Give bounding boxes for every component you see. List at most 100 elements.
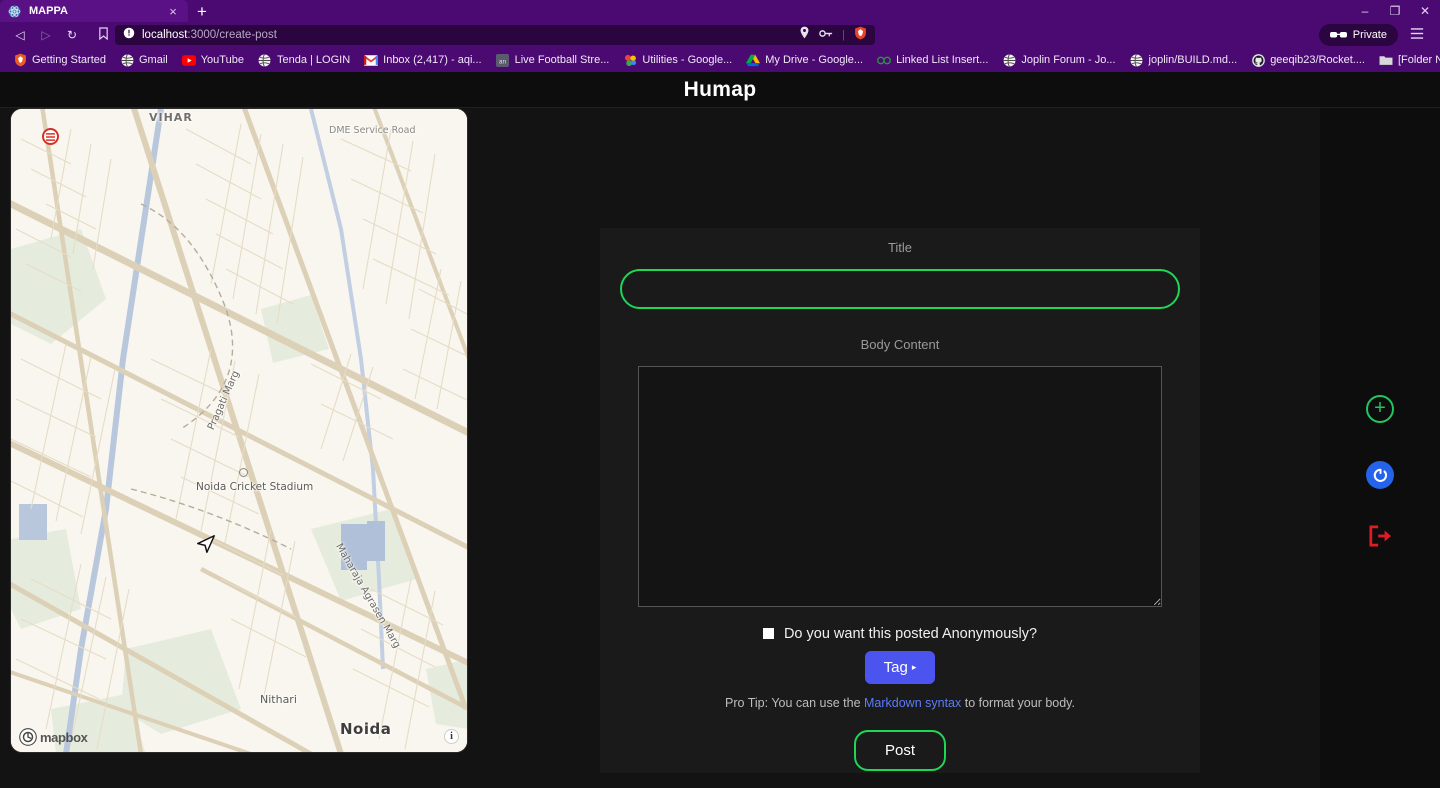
bookmark-item[interactable]: My Drive - Google... [739, 51, 870, 69]
map-vector-layer [11, 109, 467, 752]
bookmark-label: Gmail [139, 54, 168, 66]
bookmarks-bar: Getting Started Gmail YouTube Tenda | LOGIN… [0, 48, 1440, 72]
bookmark-label: Utilities - Google... [642, 54, 733, 66]
url-bar-container: localhost:3000/create-post | [86, 25, 1309, 45]
react-atom-icon [8, 5, 21, 18]
chevron-right-icon: ▸ [911, 662, 917, 672]
map-label: Noida [340, 720, 392, 738]
map-canvas[interactable]: mapbox i VIHAR DME Service Road Noida Cric… [11, 109, 467, 752]
google-drive-icon [746, 53, 761, 67]
app-page: Humap mapbox i VIHAR DME Service Road No… [0, 72, 1440, 788]
google-sheets-icon [623, 53, 637, 67]
bookmark-item[interactable]: joplin/BUILD.md... [1123, 51, 1245, 69]
forward-button[interactable]: ▷ [34, 24, 58, 46]
globe-icon [120, 53, 134, 67]
bookmark-item[interactable]: an Live Football Stre... [489, 51, 617, 69]
map-label: DME Service Road [329, 125, 416, 136]
key-icon[interactable] [819, 26, 833, 44]
bookmark-label: Getting Started [32, 54, 106, 66]
navigation-bar: ◁ ▷ ↻ localhost:3000/create-post | Priva… [0, 22, 1440, 48]
bookmark-label: Tenda | LOGIN [276, 54, 351, 66]
bookmark-icon[interactable] [98, 27, 109, 43]
title-field-label: Title [887, 240, 913, 255]
new-tab-button[interactable]: + [188, 3, 216, 20]
bookmark-label: Live Football Stre... [514, 54, 610, 66]
pro-tip-prefix: Pro Tip: You can use the [725, 696, 864, 710]
url-bar-actions: | [799, 26, 867, 45]
brave-shield-icon[interactable] [854, 26, 867, 45]
markdown-syntax-link[interactable]: Markdown syntax [864, 696, 961, 710]
bookmark-item[interactable]: Joplin Forum - Jo... [995, 51, 1122, 69]
tag-button-label: Tag [883, 659, 908, 676]
url-path: :3000/create-post [187, 29, 277, 41]
plus-circle-icon[interactable]: + [1366, 395, 1394, 423]
svg-text:an: an [499, 58, 507, 65]
youtube-icon [181, 53, 196, 67]
browser-chrome: MAPPA × + – ❐ ✕ ◁ ▷ ↻ localhost:3000/cre… [0, 0, 1440, 72]
url-actions-separator: | [842, 29, 845, 41]
hamburger-menu-icon[interactable] [1400, 27, 1432, 43]
tab-title: MAPPA [29, 5, 68, 17]
create-post-form: Title Body Content Do you want this post… [600, 228, 1200, 773]
bookmark-label: Inbox (2,417) - aqi... [383, 54, 482, 66]
tag-button[interactable]: Tag ▸ [864, 651, 936, 684]
navigation-arrow-icon [195, 533, 217, 560]
bookmark-label: [Folder Name] [1397, 54, 1440, 66]
bookmark-item[interactable]: YouTube [175, 51, 251, 69]
bookmark-item[interactable]: Utilities - Google... [616, 51, 739, 69]
post-button[interactable]: Post [854, 730, 946, 771]
pro-tip-suffix: to format your body. [961, 696, 1075, 710]
bookmark-item[interactable]: [Folder Name] [1372, 51, 1440, 69]
anonymous-row: Do you want this posted Anonymously? [762, 626, 1038, 642]
private-mode-badge[interactable]: Private [1318, 24, 1398, 46]
bookmark-label: Linked List Insert... [896, 54, 989, 66]
globe-icon [1130, 53, 1144, 67]
location-pin-icon[interactable] [799, 26, 810, 44]
bookmark-label: Joplin Forum - Jo... [1021, 54, 1116, 66]
close-window-button[interactable]: ✕ [1410, 0, 1440, 22]
url-host: localhost [142, 29, 188, 41]
right-sidebar: + [1320, 108, 1440, 788]
bookmark-item[interactable]: Getting Started [6, 51, 113, 69]
address-bar[interactable]: localhost:3000/create-post | [115, 25, 875, 45]
body-field-label: Body Content [860, 337, 940, 352]
anonymous-checkbox[interactable] [762, 627, 774, 639]
metro-station-icon [42, 128, 59, 145]
app-header: Humap [0, 72, 1440, 108]
pro-tip-text: Pro Tip: You can use the Markdown syntax… [725, 696, 1075, 710]
generic-site-icon: an [496, 53, 510, 67]
globe-icon [258, 53, 272, 67]
info-circle-icon[interactable] [123, 26, 135, 44]
page-content: mapbox i VIHAR DME Service Road Noida Cric… [0, 108, 1440, 788]
minimize-button[interactable]: – [1350, 0, 1380, 22]
bookmark-item[interactable]: Tenda | LOGIN [251, 51, 357, 69]
anonymous-label: Do you want this posted Anonymously? [783, 626, 1038, 642]
bookmark-item[interactable]: geeqib23/Rocket.... [1244, 51, 1372, 69]
title-input[interactable] [620, 269, 1180, 309]
folder-icon [1379, 53, 1393, 67]
reload-button[interactable]: ↻ [60, 24, 84, 46]
mapbox-logo[interactable]: mapbox [19, 728, 88, 746]
map-label: Nithari [260, 693, 297, 706]
map-info-button[interactable]: i [444, 729, 459, 744]
bookmark-label: geeqib23/Rocket.... [1270, 54, 1365, 66]
bookmark-item[interactable]: Gmail [113, 51, 175, 69]
power-circle-icon[interactable] [1366, 461, 1394, 489]
browser-tab[interactable]: MAPPA × [0, 0, 188, 22]
github-icon [1251, 53, 1265, 67]
app-title: Humap [683, 77, 757, 101]
back-button[interactable]: ◁ [8, 24, 32, 46]
maximize-button[interactable]: ❐ [1380, 0, 1410, 22]
gmail-icon [364, 53, 379, 67]
close-tab-icon[interactable]: × [166, 5, 180, 18]
sunglasses-icon [1329, 26, 1347, 44]
body-content-textarea[interactable] [638, 366, 1162, 607]
map-panel[interactable]: mapbox i VIHAR DME Service Road Noida Cric… [10, 108, 468, 753]
bookmark-item[interactable]: Linked List Insert... [870, 51, 995, 69]
bookmark-label: My Drive - Google... [765, 54, 864, 66]
logout-arrow-icon[interactable] [1368, 525, 1392, 552]
window-controls: – ❐ ✕ [1350, 0, 1440, 22]
brave-icon [13, 53, 27, 67]
bookmark-item[interactable]: Inbox (2,417) - aqi... [357, 51, 488, 69]
geeksforgeeks-icon [877, 53, 892, 67]
